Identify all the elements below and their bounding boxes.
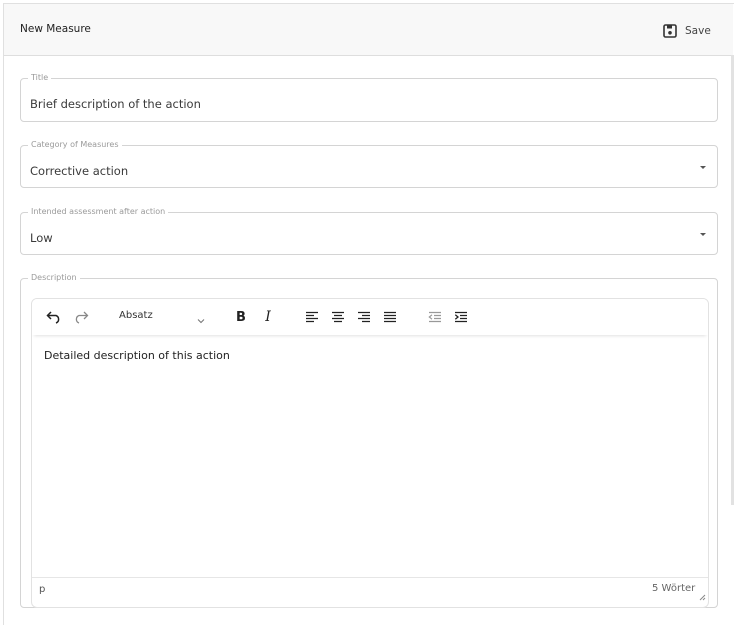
block-format-label: Absatz (119, 310, 153, 321)
new-measure-panel: New Measure Save Title Brief description… (3, 3, 734, 625)
assessment-select[interactable]: Intended assessment after action Low (20, 207, 718, 255)
title-input[interactable]: Brief description of the action (30, 97, 201, 111)
justify-icon[interactable] (382, 308, 398, 326)
italic-button[interactable]: I (259, 308, 277, 326)
title-field[interactable]: Title Brief description of the action (20, 73, 718, 122)
bold-button[interactable]: B (232, 308, 250, 326)
indent-icon[interactable] (453, 308, 469, 326)
save-icon (663, 24, 677, 38)
word-count: 5 Wörter (652, 583, 696, 594)
description-legend: Description (28, 273, 80, 283)
category-dropdown-icon[interactable] (700, 166, 706, 169)
editor-content[interactable]: Detailed description of this action (44, 349, 230, 362)
assessment-value: Low (30, 231, 53, 245)
resize-handle-icon[interactable] (698, 586, 706, 605)
description-field: Description Absatz B I Detailed descript… (20, 273, 718, 608)
save-button[interactable]: Save (663, 20, 711, 42)
undo-icon[interactable] (45, 308, 63, 326)
align-left-icon[interactable] (304, 308, 320, 326)
block-format-select[interactable]: Absatz (112, 306, 210, 328)
panel-header: New Measure Save (4, 4, 733, 56)
title-legend: Title (28, 73, 52, 83)
category-legend: Category of Measures (28, 140, 122, 150)
editor-statusbar: p 5 Wörter (32, 577, 708, 607)
assessment-legend: Intended assessment after action (28, 207, 169, 217)
rich-text-editor[interactable]: Absatz B I Detailed description of this … (31, 298, 709, 608)
chevron-down-icon (196, 311, 206, 330)
redo-icon[interactable] (72, 308, 90, 326)
align-center-icon[interactable] (330, 308, 346, 326)
category-value: Corrective action (30, 164, 129, 178)
outdent-icon[interactable] (427, 308, 443, 326)
assessment-dropdown-icon[interactable] (700, 233, 706, 236)
save-label: Save (685, 25, 711, 37)
category-select[interactable]: Category of Measures Corrective action (20, 140, 718, 188)
align-right-icon[interactable] (356, 308, 372, 326)
page-title: New Measure (20, 23, 91, 35)
editor-toolbar: Absatz B I (32, 299, 708, 335)
element-path[interactable]: p (39, 584, 45, 595)
